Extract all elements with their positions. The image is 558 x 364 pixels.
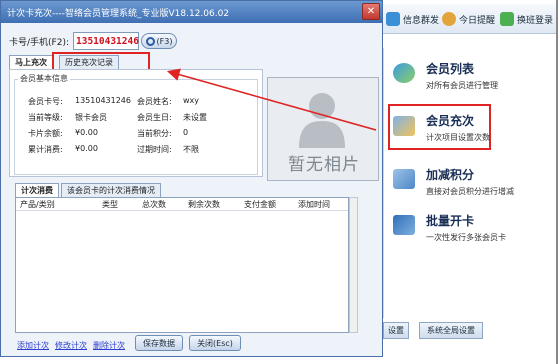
label-balance: 卡片余额:	[28, 129, 63, 138]
recharge-dialog: 计次卡充次----智络会员管理系统_专业版V18.12.06.02 ✕ 卡号/手…	[0, 0, 383, 357]
search-icon	[145, 36, 155, 46]
search-button[interactable]: (F3)	[141, 33, 177, 49]
tab-card-consumption-history[interactable]: 该会员卡的计次消费情况	[61, 183, 161, 197]
member-info-title: 会员基本信息	[18, 73, 70, 84]
tab-recharge-now[interactable]: 马上充次	[9, 55, 53, 69]
dialog-title: 计次卡充次----智络会员管理系统_专业版V18.12.06.02	[7, 8, 230, 19]
member-info-group: 会员卡号: 13510431246 会员姓名: wxy 当前等级: 银卡会员 会…	[14, 79, 258, 175]
col-remaining-count[interactable]: 剩余次数	[188, 199, 220, 210]
col-added-time[interactable]: 添加时间	[298, 199, 330, 210]
member-photo: 暂无相片	[267, 77, 379, 181]
today-reminder-button[interactable]: 今日提醒	[442, 10, 495, 28]
bottom-settings-bar: 设置 系统全局设置	[383, 322, 558, 340]
batch-card-icon	[393, 215, 415, 235]
shift-login-button[interactable]: 换班登录	[500, 10, 553, 28]
menu-batch-open-card[interactable]: 批量开卡 一次性发行多张会员卡	[390, 208, 550, 248]
vertical-scrollbar[interactable]	[349, 197, 358, 333]
menu-member-list[interactable]: 会员列表 对所有会员进行管理	[390, 56, 550, 96]
points-card-icon	[393, 169, 415, 189]
close-button[interactable]: 关闭(Esc)	[189, 335, 241, 351]
member-info-panel: 会员卡号: 13510431246 会员姓名: wxy 当前等级: 银卡会员 会…	[9, 69, 263, 177]
settings-button[interactable]: 设置	[383, 322, 409, 339]
message-broadcast-button[interactable]: 信息群发	[386, 10, 439, 28]
window-close-button[interactable]: ✕	[362, 3, 380, 20]
value-total-spent: ¥0.00	[75, 144, 98, 153]
edit-count-link[interactable]: 修改计次	[55, 340, 87, 351]
card-number-label: 卡号/手机(F2):	[9, 37, 69, 48]
count-items-table: 产品/类别 类型 总次数 剩余次数 支付金额 添加时间	[15, 197, 349, 333]
label-member-name: 会员姓名:	[137, 97, 172, 106]
menu-points-adjust[interactable]: 加减积分 直接对会员积分进行增减	[390, 162, 550, 202]
col-product[interactable]: 产品/类别	[20, 199, 55, 210]
table-header: 产品/类别 类型 总次数 剩余次数 支付金额 添加时间	[16, 198, 348, 211]
label-points: 当前积分:	[137, 129, 172, 138]
card-number-row: 卡号/手机(F2): 13510431246 (F3)	[9, 31, 177, 51]
tab-count-consumption[interactable]: 计次消费	[15, 183, 59, 197]
value-member-name: wxy	[183, 96, 200, 105]
value-points: 0	[183, 128, 189, 137]
global-settings-button[interactable]: 系统全局设置	[419, 322, 483, 339]
save-button[interactable]: 保存数据	[135, 335, 183, 351]
col-payment-amount[interactable]: 支付金额	[244, 199, 276, 210]
screen: 信息群发 今日提醒 换班登录 会员列表 对所有会员进行管理 会员充次 计次项目设…	[0, 0, 558, 364]
col-type[interactable]: 类型	[102, 199, 118, 210]
person-silhouette-icon	[299, 93, 345, 148]
label-total-spent: 累计消费:	[28, 145, 63, 154]
no-photo-text: 暂无相片	[288, 155, 360, 175]
menu-member-recharge[interactable]: 会员充次 计次项目设置次数	[388, 104, 491, 150]
value-birthday: 未设置	[183, 113, 207, 122]
dialog-titlebar: 计次卡充次----智络会员管理系统_专业版V18.12.06.02 ✕	[1, 1, 382, 23]
recharge-card-icon	[393, 116, 415, 136]
delete-count-link[interactable]: 删除计次	[93, 340, 125, 351]
usage-tabs: 计次消费 该会员卡的计次消费情况	[15, 183, 163, 197]
col-total-count[interactable]: 总次数	[142, 199, 166, 210]
value-expiry: 不限	[183, 145, 199, 154]
value-card-number: 13510431246	[75, 96, 131, 105]
label-card-number: 会员卡号:	[28, 97, 63, 106]
bottom-links: 添加计次 修改计次 删除计次	[17, 339, 131, 351]
top-toolbar: 信息群发 今日提醒 换班登录	[380, 4, 558, 34]
label-expiry: 过期时间:	[137, 145, 172, 154]
clock-icon	[442, 12, 456, 26]
members-icon	[393, 63, 415, 83]
value-level: 银卡会员	[75, 113, 107, 122]
function-menu: 会员列表 对所有会员进行管理 会员充次 计次项目设置次数 加减积分 直接对会员积…	[383, 48, 558, 318]
add-count-link[interactable]: 添加计次	[17, 340, 49, 351]
card-number-input[interactable]: 13510431246	[73, 32, 139, 50]
message-icon	[386, 12, 400, 26]
value-balance: ¥0.00	[75, 128, 98, 137]
label-level: 当前等级:	[28, 113, 63, 122]
label-birthday: 会员生日:	[137, 113, 172, 122]
switch-user-icon	[500, 12, 514, 26]
